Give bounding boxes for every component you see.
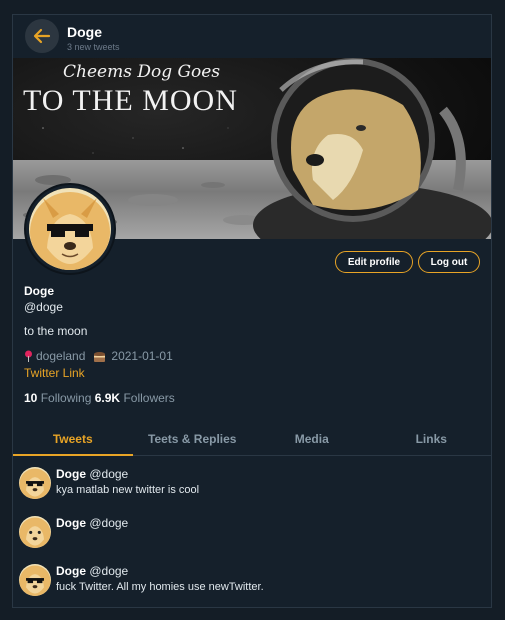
header: Doge 3 new tweets <box>13 15 491 58</box>
edit-profile-button[interactable]: Edit profile <box>335 251 413 273</box>
tweet-text: kya matlab new twitter is cool <box>56 484 200 496</box>
follow-stats: 10 Following 6.9K Followers <box>24 391 175 405</box>
following-stat[interactable]: 10 Following <box>24 391 91 405</box>
cake-icon <box>94 352 106 362</box>
tweet-avatar[interactable] <box>19 564 51 596</box>
tweet-header: Doge @doge <box>56 467 128 481</box>
profile-tabs: Tweets Teets & Replies Media Links <box>13 422 491 456</box>
joined-date: 2021-01-01 <box>111 349 173 363</box>
profile-link[interactable]: Twitter Link <box>24 366 85 380</box>
tweet-author-handle[interactable]: @doge <box>89 564 128 578</box>
followers-count: 6.9K <box>94 391 121 405</box>
tab-tweets-replies[interactable]: Teets & Replies <box>133 422 253 455</box>
tweet-author-name[interactable]: Doge <box>56 467 86 481</box>
following-count: 10 <box>24 391 38 405</box>
profile-page: Doge 3 new tweets Cheems Dog Goes TO THE… <box>12 14 492 608</box>
tab-links[interactable]: Links <box>372 422 492 455</box>
banner-line-2: TO THE MOON <box>23 84 238 117</box>
tab-tweets[interactable]: Tweets <box>13 422 133 456</box>
tweet-avatar[interactable] <box>19 516 51 548</box>
tweet-avatar[interactable] <box>19 467 51 499</box>
tweet-author-handle[interactable]: @doge <box>89 467 128 481</box>
logout-button[interactable]: Log out <box>418 251 480 273</box>
astronaut-doge-image <box>253 58 491 239</box>
followers-stat[interactable]: 6.9K Followers <box>95 391 175 405</box>
header-title: Doge <box>67 24 102 40</box>
location-text: dogeland <box>36 349 86 363</box>
arrow-left-icon <box>33 28 51 44</box>
profile-name: Doge <box>24 284 54 298</box>
following-label: Following <box>40 391 92 405</box>
tweet-header: Doge @doge <box>56 564 128 578</box>
banner-line-1: Cheems Dog Goes <box>63 62 221 82</box>
profile-handle: @doge <box>24 300 63 314</box>
profile-bio: to the moon <box>24 324 88 338</box>
tweet-author-name[interactable]: Doge <box>56 564 86 578</box>
tweet-header: Doge @doge <box>56 516 128 530</box>
pin-icon <box>25 350 32 362</box>
tweet-text: fuck Twitter. All my homies use newTwitt… <box>56 581 264 593</box>
profile-avatar[interactable] <box>24 183 116 275</box>
new-tweets-count[interactable]: 3 new tweets <box>67 42 120 52</box>
followers-label: Followers <box>123 391 175 405</box>
back-button[interactable] <box>25 19 59 53</box>
tab-media[interactable]: Media <box>252 422 372 455</box>
tweet-author-handle[interactable]: @doge <box>89 516 128 530</box>
tweet-author-name[interactable]: Doge <box>56 516 86 530</box>
profile-meta: dogeland 2021-01-01 <box>24 349 173 363</box>
